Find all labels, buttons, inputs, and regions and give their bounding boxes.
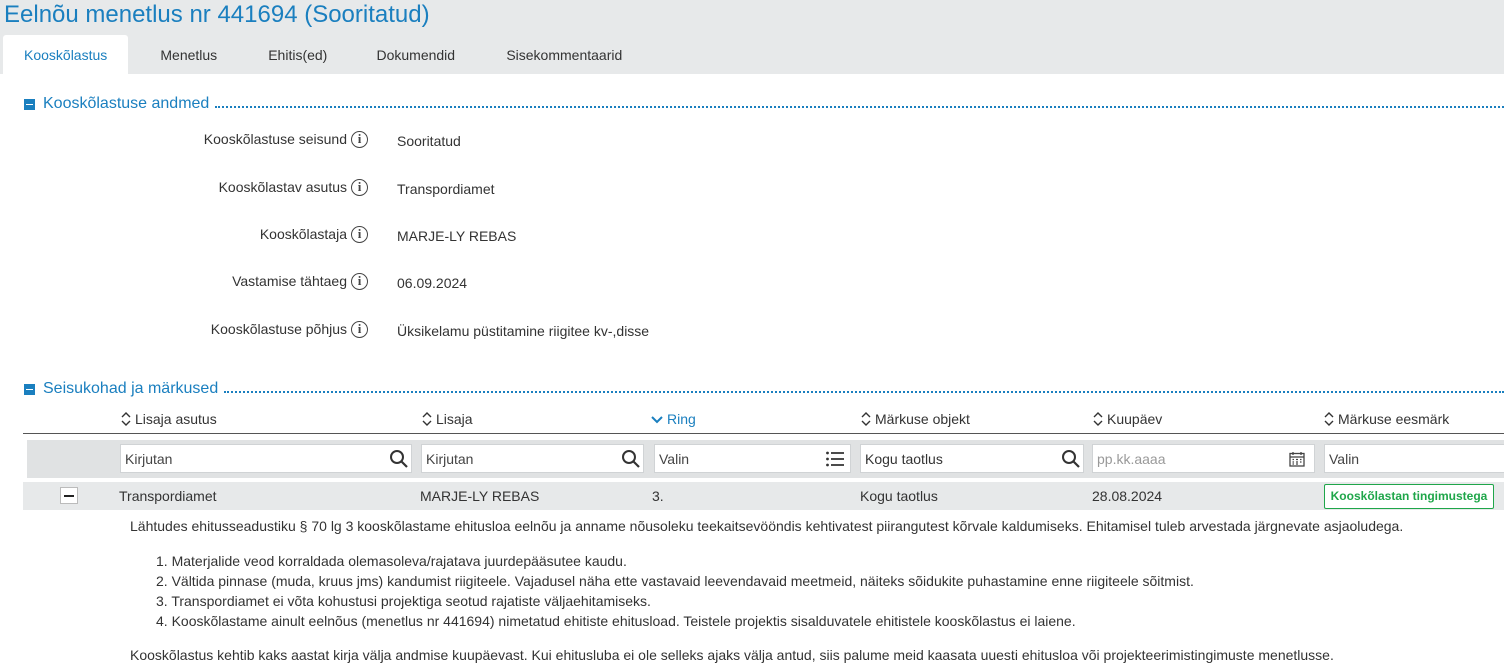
- field-label: Kooskõlastuse seisund: [203, 131, 347, 147]
- column-header-ring[interactable]: Ring: [651, 411, 696, 427]
- section-title: Kooskõlastuse andmed: [43, 95, 210, 112]
- section-divider: [215, 105, 1504, 108]
- status-badge: Kooskõlastan tingimustega: [1324, 484, 1494, 509]
- field-row-asutus: Kooskõlastav asutus i Transpordiamet: [0, 179, 1000, 199]
- markuse-objekt-filter-input[interactable]: [860, 444, 1084, 473]
- tab-bar: Kooskõlastus Menetlus Ehitis(ed) Dokumen…: [3, 35, 649, 74]
- list-icon[interactable]: [825, 449, 845, 469]
- cell-lisaja: MARJE-LY REBAS: [420, 488, 540, 504]
- field-label: Vastamise tähtaeg: [232, 273, 347, 289]
- page-title: Eelnõu menetlus nr 441694 (Sooritatud): [4, 1, 430, 28]
- info-icon[interactable]: i: [351, 179, 368, 196]
- list-item: 1. Materjalide veod korraldada olemasole…: [156, 553, 627, 569]
- list-item: 2. Vältida pinnase (muda, kruus jms) kan…: [156, 573, 1194, 589]
- sort-icon: [121, 412, 131, 426]
- detail-outro-text: Kooskõlastus kehtib kaks aastat kirja vä…: [130, 647, 1334, 663]
- cell-markuse-objekt: Kogu taotlus: [860, 488, 938, 504]
- detail-intro-text: Lähtudes ehitusseadustiku § 70 lg 3 koos…: [130, 518, 1404, 534]
- column-header-lisaja-asutus[interactable]: Lisaja asutus: [121, 411, 217, 427]
- list-item: 3. Transpordiamet ei võta kohustusi proj…: [156, 593, 651, 609]
- field-row-kooskolastaja: Kooskõlastaja i MARJE-LY REBAS: [0, 226, 1000, 246]
- info-icon[interactable]: i: [351, 226, 368, 243]
- field-row-pohjus: Kooskõlastuse põhjus i Üksikelamu püstit…: [0, 321, 1000, 341]
- field-value: Transpordiamet: [397, 181, 495, 197]
- column-header-label: Märkuse objekt: [875, 411, 970, 427]
- field-label: Kooskõlastuse põhjus: [210, 321, 347, 337]
- search-icon[interactable]: [621, 449, 641, 469]
- field-value: MARJE-LY REBAS: [397, 228, 517, 244]
- collapse-section-button[interactable]: [24, 383, 35, 395]
- field-row-tahtaeg: Vastamise tähtaeg i 06.09.2024: [0, 273, 1000, 293]
- cell-lisaja-asutus: Transpordiamet: [119, 488, 217, 504]
- section-divider: [224, 390, 1504, 393]
- section-title: Seisukohad ja märkused: [43, 380, 219, 397]
- tab-menetlus[interactable]: Menetlus: [134, 35, 243, 74]
- field-row-seisund: Kooskõlastuse seisund i Sooritatud: [0, 131, 1000, 151]
- column-header-kuupaev[interactable]: Kuupäev: [1093, 411, 1162, 427]
- field-value: 06.09.2024: [397, 275, 468, 291]
- lisaja-asutus-filter-input[interactable]: [120, 444, 412, 473]
- column-header-label: Kuupäev: [1107, 411, 1163, 427]
- column-header-lisaja[interactable]: Lisaja: [422, 411, 473, 427]
- lisaja-filter-input[interactable]: [421, 444, 644, 473]
- cell-kuupaev: 28.08.2024: [1092, 488, 1163, 504]
- list-item: 4. Kooskõlastame ainult eelnõus (menetlu…: [156, 613, 1076, 629]
- table-row[interactable]: [23, 482, 1504, 510]
- info-icon[interactable]: i: [351, 131, 368, 148]
- column-header-label: Ring: [667, 411, 696, 427]
- cell-ring: 3.: [652, 488, 664, 504]
- sort-icon: [1093, 412, 1103, 426]
- field-value: Sooritatud: [397, 133, 461, 149]
- collapse-section-button[interactable]: [24, 98, 35, 110]
- column-header-markuse-eesmark[interactable]: Märkuse eesmärk: [1324, 411, 1449, 427]
- sort-descending-icon: [651, 416, 663, 424]
- column-header-label: Märkuse eesmärk: [1338, 411, 1450, 427]
- section-header-kooskolastuse-andmed: Kooskõlastuse andmed: [24, 95, 1504, 113]
- tab-dokumendid[interactable]: Dokumendid: [352, 35, 479, 74]
- tab-kooskolastus[interactable]: Kooskõlastus: [3, 35, 129, 74]
- info-icon[interactable]: i: [351, 321, 368, 338]
- sort-icon: [861, 412, 871, 426]
- column-header-label: Lisaja asutus: [135, 411, 217, 427]
- column-header-markuse-objekt[interactable]: Märkuse objekt: [861, 411, 970, 427]
- ring-filter-select[interactable]: [654, 444, 851, 473]
- table-header-divider: [23, 433, 1504, 434]
- kuupaev-filter-input[interactable]: [1092, 444, 1315, 473]
- search-icon[interactable]: [1061, 449, 1081, 469]
- section-header-seisukohad: Seisukohad ja märkused: [24, 380, 1504, 398]
- detail-list: 1. Materjalide veod korraldada olemasole…: [156, 551, 1194, 631]
- top-bar: Eelnõu menetlus nr 441694 (Sooritatud) K…: [0, 0, 1504, 74]
- search-icon[interactable]: [389, 449, 409, 469]
- field-label: Kooskõlastav asutus: [218, 179, 347, 195]
- column-header-label: Lisaja: [436, 411, 473, 427]
- field-value: Üksikelamu püstitamine riigitee kv-,diss…: [397, 323, 650, 339]
- tab-sisekommentaarid[interactable]: Sisekommentaarid: [479, 35, 649, 74]
- sort-icon: [422, 412, 432, 426]
- sort-icon: [1324, 412, 1334, 426]
- collapse-row-button[interactable]: [60, 487, 78, 504]
- markuse-eesmark-filter-select[interactable]: [1324, 444, 1504, 473]
- tab-ehitised[interactable]: Ehitis(ed): [243, 35, 352, 74]
- info-icon[interactable]: i: [351, 273, 368, 290]
- field-label: Kooskõlastaja: [259, 226, 347, 242]
- calendar-icon[interactable]: [1289, 451, 1305, 467]
